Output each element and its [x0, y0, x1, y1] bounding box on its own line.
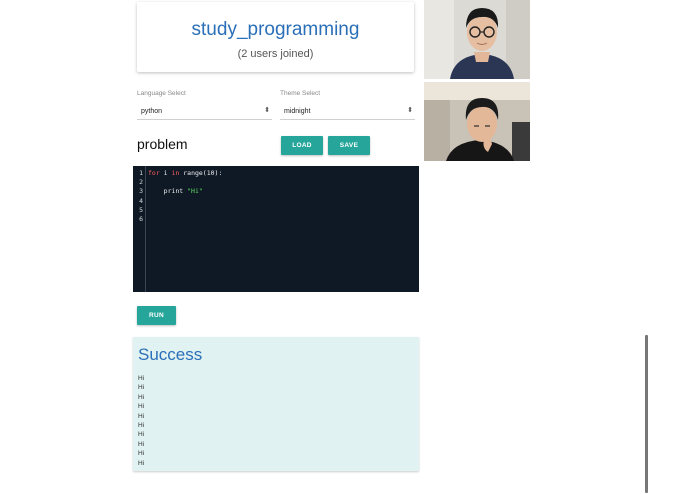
- output-line: Hi: [138, 384, 145, 392]
- output-line: Hi: [138, 375, 145, 382]
- language-select-value: python: [141, 108, 163, 115]
- line-number: 5: [139, 205, 143, 214]
- room-title: study_programming: [191, 19, 360, 40]
- output-line: Hi: [138, 440, 145, 448]
- line-number: 1: [139, 169, 143, 177]
- result-status: Success: [138, 345, 203, 364]
- line-number: 6: [139, 214, 143, 223]
- code-area[interactable]: for i in range(10): print "Hi": [148, 169, 222, 197]
- code-editor[interactable]: 123456 for i in range(10): print "Hi": [133, 166, 419, 292]
- code-line-3: print "Hi": [148, 187, 203, 196]
- room-card: study_programming (2 users joined): [137, 2, 414, 72]
- run-button[interactable]: RUN: [137, 306, 176, 325]
- participant-video-image: [424, 82, 530, 161]
- output-line: Hi: [138, 421, 145, 429]
- room-users-count: (2 users joined): [237, 48, 314, 60]
- language-select-label: Language Select: [137, 90, 186, 97]
- output-line: Hi: [138, 393, 145, 401]
- theme-select-label: Theme Select: [280, 90, 321, 97]
- select-arrow-icon: ⬍: [264, 107, 270, 114]
- select-arrow-icon: ⬍: [407, 107, 413, 114]
- problem-title: problem: [137, 136, 188, 152]
- line-number: 4: [139, 196, 143, 205]
- output-line: Hi: [138, 431, 145, 439]
- video-feed-user-1: [424, 0, 530, 79]
- theme-select[interactable]: midnight ⬍: [280, 103, 415, 120]
- line-number-gutter: 123456: [133, 166, 146, 292]
- line-number: 3: [139, 187, 143, 196]
- load-button[interactable]: LOAD: [281, 136, 323, 155]
- output-line: Hi: [138, 459, 145, 467]
- result-panel: Success Hi Hi Hi Hi Hi Hi Hi Hi Hi Hi: [133, 337, 419, 471]
- page-scrollbar[interactable]: [645, 335, 648, 493]
- code-line-1: for i in range(10):: [148, 169, 223, 177]
- output-line: Hi: [138, 403, 145, 411]
- output-line: Hi: [138, 450, 145, 458]
- theme-select-value: midnight: [284, 108, 311, 115]
- result-output: Hi Hi Hi Hi Hi Hi Hi Hi Hi Hi: [138, 374, 144, 468]
- line-number: 2: [139, 178, 143, 187]
- language-select[interactable]: python ⬍: [137, 103, 272, 120]
- video-feed-user-2: [424, 82, 530, 161]
- participant-video-image: [424, 0, 530, 79]
- output-line: Hi: [138, 412, 145, 420]
- save-button[interactable]: SAVE: [328, 136, 370, 155]
